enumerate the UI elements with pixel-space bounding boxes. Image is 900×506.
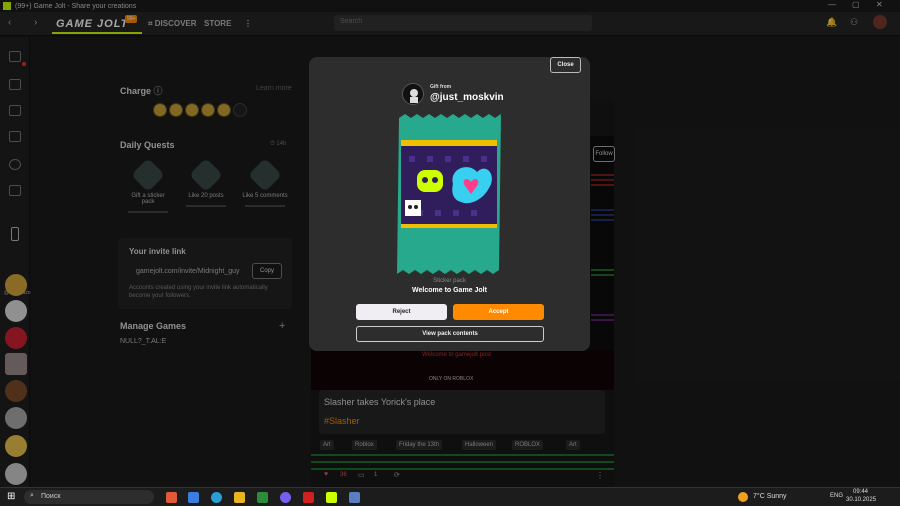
notepad-icon[interactable] [349, 492, 360, 503]
language-indicator[interactable]: ENG [830, 493, 843, 499]
pack-title: Welcome to Game Jolt [412, 287, 487, 294]
reject-button[interactable]: Reject [356, 304, 447, 320]
copilot-icon[interactable] [188, 492, 199, 503]
view-pack-contents-button[interactable]: View pack contents [356, 326, 544, 342]
explorer-icon[interactable] [234, 492, 245, 503]
gifter-avatar [402, 83, 424, 105]
windows-start-icon[interactable]: ⊞ [7, 491, 15, 502]
edge-icon[interactable] [211, 492, 222, 503]
taskbar-search-label: Поиск [41, 493, 61, 500]
gift-pack-modal: Close Gift from @just_moskvin Sticker pa… [309, 57, 590, 351]
roblox-icon[interactable] [303, 492, 314, 503]
gifter-username[interactable]: @just_moskvin [430, 92, 504, 103]
accept-button[interactable]: Accept [453, 304, 544, 320]
search-icon: ⌕ [30, 492, 34, 499]
clock-date[interactable]: 30.10.2025 [846, 497, 876, 503]
close-button[interactable]: Close [550, 57, 581, 73]
taskbar-search[interactable]: ⌕ Поиск [24, 490, 154, 504]
app-icon[interactable] [166, 492, 177, 503]
sticker-pack-image [397, 114, 501, 274]
windows-taskbar: ⊞ ⌕ Поиск 7°C Sunny ENG 09:44 30.10.2025 [0, 487, 900, 506]
weather-icon [738, 492, 748, 502]
viber-icon[interactable] [280, 492, 291, 503]
store-app-icon[interactable] [257, 492, 268, 503]
weather-text[interactable]: 7°C Sunny [753, 493, 787, 500]
clock-time[interactable]: 09:44 [853, 489, 868, 495]
pack-subtitle: Sticker pack [433, 278, 466, 284]
gamejolt-taskbar-icon[interactable] [326, 492, 337, 503]
gifter-avatar-image [410, 89, 418, 103]
gift-from-label: Gift from [430, 84, 452, 90]
